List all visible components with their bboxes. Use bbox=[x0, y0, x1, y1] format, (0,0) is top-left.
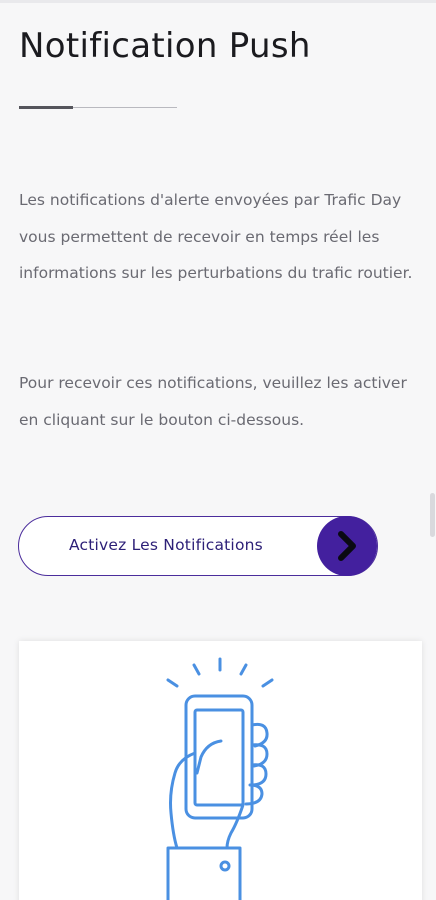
scrollbar-thumb[interactable] bbox=[430, 493, 435, 537]
title-divider-accent bbox=[19, 106, 73, 109]
activate-notifications-label: Activez Les Notifications bbox=[69, 536, 263, 554]
page-title: Notification Push bbox=[19, 26, 311, 66]
activate-notifications-button[interactable]: Activez Les Notifications bbox=[18, 516, 378, 576]
intro-paragraph: Les notifications d'alerte envoyées par … bbox=[19, 191, 413, 282]
chevron-right-icon bbox=[317, 516, 377, 576]
illustration-card bbox=[19, 641, 422, 900]
instruction-paragraph: Pour recevoir ces notifications, veuille… bbox=[19, 374, 407, 429]
phone-notification-icon bbox=[166, 657, 274, 900]
page: Notification Push Les notifications d'al… bbox=[0, 0, 436, 900]
top-edge bbox=[0, 0, 436, 3]
